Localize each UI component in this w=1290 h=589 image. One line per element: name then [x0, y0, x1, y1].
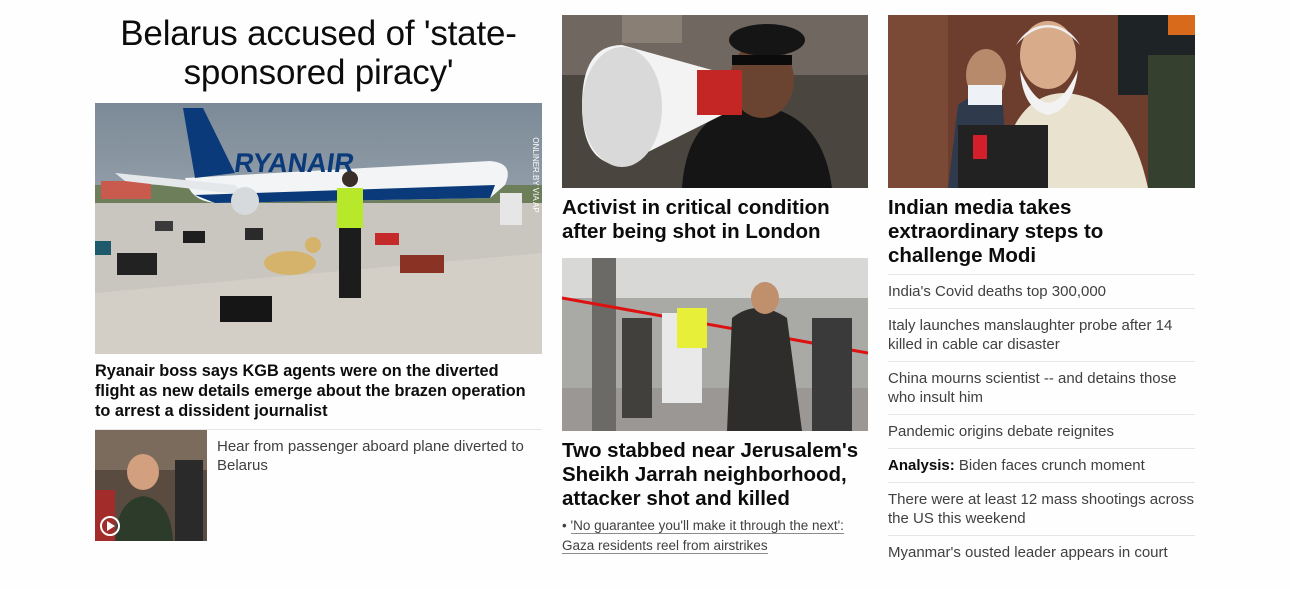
list-item-text[interactable]: India's Covid deaths top 300,000: [888, 283, 1106, 300]
bullet-marker: •: [562, 518, 567, 533]
list-item[interactable]: Italy launches manslaughter probe after …: [888, 308, 1195, 361]
headline-list: India's Covid deaths top 300,000 Italy l…: [888, 274, 1195, 569]
activist-headline[interactable]: Activist in critical condition after bei…: [562, 196, 868, 244]
list-item-text[interactable]: There were at least 12 mass shootings ac…: [888, 491, 1194, 527]
list-item[interactable]: India's Covid deaths top 300,000: [888, 274, 1195, 308]
passenger-video-thumbnail[interactable]: [95, 430, 207, 541]
list-item-prefix: Analysis:: [888, 457, 955, 474]
image-credit: ONLINER.BY VIA AP: [531, 137, 540, 212]
list-item-text[interactable]: Biden faces crunch moment: [959, 457, 1145, 474]
list-item[interactable]: China mourns scientist -- and detains th…: [888, 361, 1195, 414]
modi-headline[interactable]: Indian media takes extraordinary steps t…: [888, 196, 1195, 268]
jerusalem-illustration: [562, 258, 868, 431]
lead-story-column: Belarus accused of 'state-sponsored pira…: [95, 0, 542, 541]
list-item[interactable]: Analysis: Biden faces crunch moment: [888, 448, 1195, 482]
activist-megaphone-photo[interactable]: [562, 15, 868, 188]
list-item[interactable]: There were at least 12 mass shootings ac…: [888, 482, 1195, 535]
list-item-text[interactable]: Italy launches manslaughter probe after …: [888, 317, 1172, 353]
gaza-related-text[interactable]: 'No guarantee you'll make it through the…: [562, 518, 844, 554]
ryanair-plane-illustration: RYANAIR ONLINER.BY VIA AP: [95, 103, 542, 354]
gaza-related-link[interactable]: • 'No guarantee you'll make it through t…: [562, 516, 868, 555]
list-item[interactable]: Myanmar's ousted leader appears in court: [888, 535, 1195, 569]
play-icon[interactable]: [100, 516, 120, 536]
passenger-video-link[interactable]: Hear from passenger aboard plane diverte…: [217, 437, 537, 475]
jerusalem-police-photo[interactable]: [562, 258, 868, 431]
list-item-text[interactable]: China mourns scientist -- and detains th…: [888, 370, 1176, 406]
activist-illustration: [562, 15, 868, 188]
list-item-text[interactable]: Pandemic origins debate reignites: [888, 423, 1114, 440]
modi-illustration: [888, 15, 1195, 188]
lead-headline[interactable]: Belarus accused of 'state-sponsored pira…: [95, 14, 542, 92]
jerusalem-headline[interactable]: Two stabbed near Jerusalem's Sheikh Jarr…: [562, 439, 868, 511]
lead-headline-link[interactable]: Belarus accused of 'state-sponsored pira…: [120, 14, 517, 92]
list-item[interactable]: Pandemic origins debate reignites: [888, 414, 1195, 448]
list-item-text[interactable]: Myanmar's ousted leader appears in court: [888, 544, 1168, 561]
modi-press-photo[interactable]: [888, 15, 1195, 188]
lead-summary[interactable]: Ryanair boss says KGB agents were on the…: [95, 361, 542, 421]
plane-livery: RYANAIR: [232, 147, 356, 178]
ryanair-plane-photo[interactable]: RYANAIR ONLINER.BY VIA AP: [95, 103, 542, 354]
